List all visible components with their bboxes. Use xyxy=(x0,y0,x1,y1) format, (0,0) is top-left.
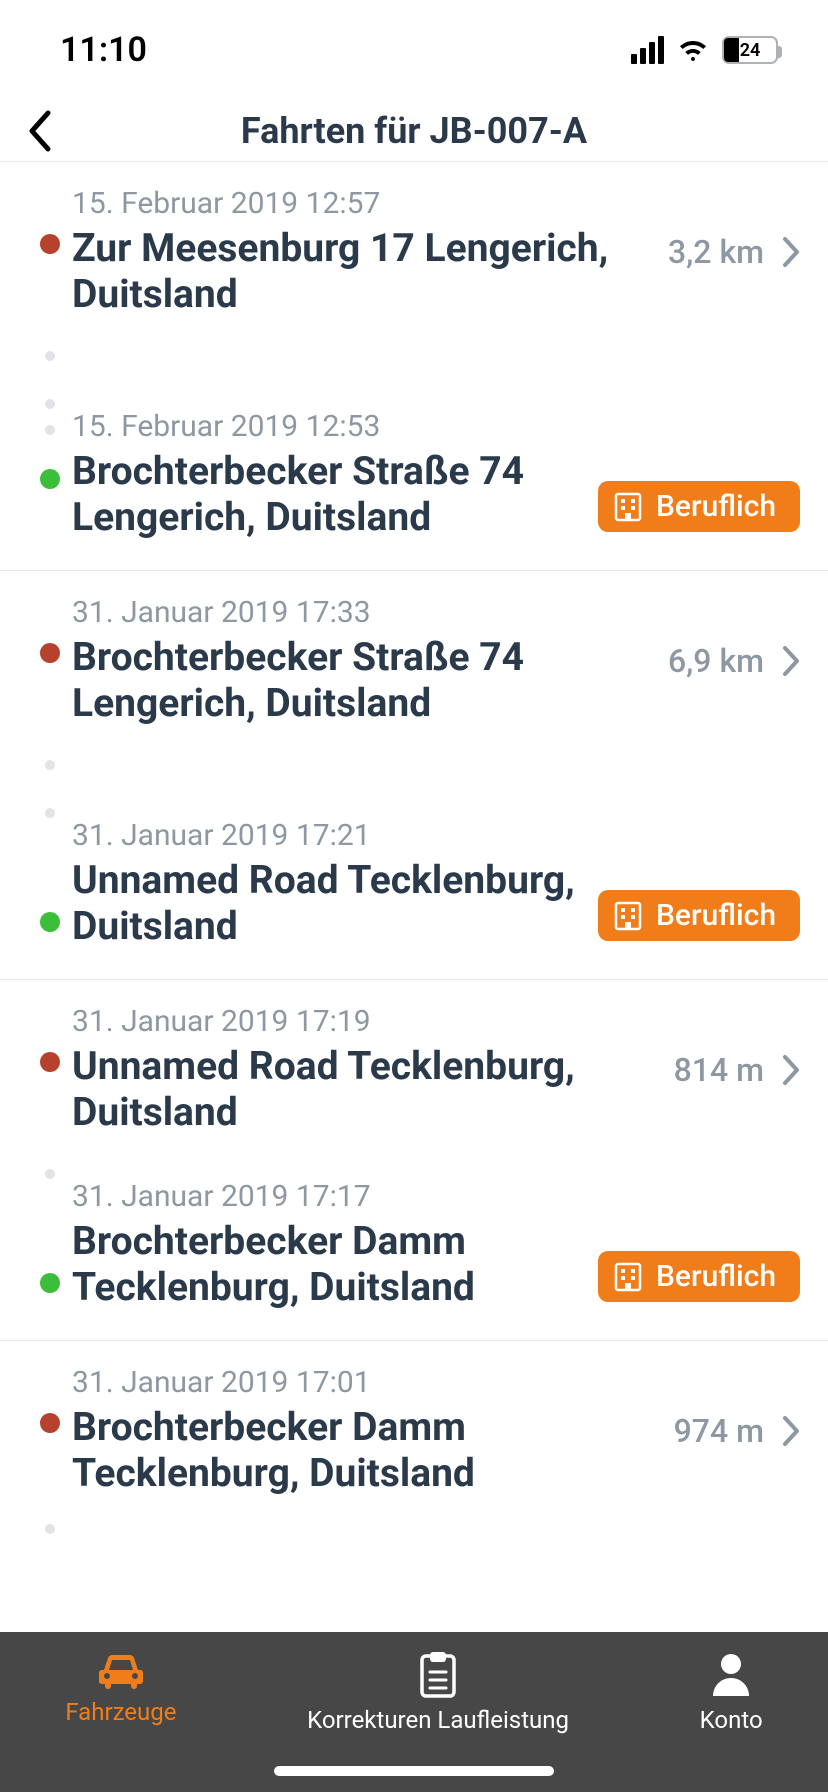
back-button[interactable] xyxy=(10,100,70,161)
trip-end-address: Brochterbecker Straße 74 Lengerich, Duit… xyxy=(72,448,586,540)
chevron-right-icon xyxy=(782,1054,800,1086)
trip-start-address: Unnamed Road Tecklenburg, Duitsland xyxy=(72,1043,662,1135)
battery-percentage: 24 xyxy=(724,40,776,61)
route-dot-icon xyxy=(45,351,55,361)
tab-label: Korrekturen Laufleistung xyxy=(307,1706,569,1734)
route-dot-icon xyxy=(45,760,55,770)
start-dot-icon xyxy=(40,234,60,254)
route-dot-icon xyxy=(45,808,55,818)
car-icon xyxy=(94,1650,148,1690)
start-dot-icon xyxy=(40,643,60,663)
trip-start-address: Brochterbecker Straße 74 Lengerich, Duit… xyxy=(72,634,656,726)
trip-distance: 974 m xyxy=(674,1412,764,1450)
trip-group[interactable]: 15. Februar 2019 12:57 Zur Meesenburg 17… xyxy=(0,162,828,571)
trip-end-timestamp: 15. Februar 2019 12:53 xyxy=(72,409,586,444)
route-dot-icon xyxy=(45,399,55,409)
trip-start-timestamp: 15. Februar 2019 12:57 xyxy=(72,186,656,221)
chevron-left-icon xyxy=(26,109,54,153)
end-dot-icon xyxy=(40,1273,60,1293)
route-dot-icon xyxy=(45,1524,55,1534)
trip-start-address: Zur Meesenburg 17 Lengerich, Duitsland xyxy=(72,225,656,317)
category-label: Beruflich xyxy=(656,489,776,524)
tab-bar: Fahrzeuge Korrekturen Laufleistung Konto xyxy=(0,1632,828,1792)
clipboard-icon xyxy=(416,1650,460,1698)
trip-start-timestamp: 31. Januar 2019 17:19 xyxy=(72,1004,662,1039)
header: Fahrten für JB-007-A xyxy=(0,100,828,162)
category-badge[interactable]: Beruflich xyxy=(598,890,800,941)
chevron-right-icon xyxy=(782,645,800,677)
trip-start-timestamp: 31. Januar 2019 17:33 xyxy=(72,595,656,630)
tab-corrections[interactable]: Korrekturen Laufleistung xyxy=(307,1650,569,1734)
trip-end-address: Brochterbecker Damm Tecklenburg, Duitsla… xyxy=(72,1218,586,1310)
tab-label: Fahrzeuge xyxy=(65,1698,176,1726)
building-icon xyxy=(614,492,642,522)
end-dot-icon xyxy=(40,912,60,932)
cellular-icon xyxy=(631,36,664,64)
trip-end-timestamp: 31. Januar 2019 17:21 xyxy=(72,818,586,853)
user-icon xyxy=(709,1650,753,1698)
trip-distance: 814 m xyxy=(674,1051,764,1089)
category-badge[interactable]: Beruflich xyxy=(598,481,800,532)
page-title: Fahrten für JB-007-A xyxy=(241,110,587,152)
chevron-right-icon xyxy=(782,236,800,268)
trip-start-address: Brochterbecker Damm Tecklenburg, Duitsla… xyxy=(72,1404,662,1496)
trip-start-timestamp: 31. Januar 2019 17:01 xyxy=(72,1365,662,1400)
building-icon xyxy=(614,901,642,931)
trip-group[interactable]: 31. Januar 2019 17:19 Unnamed Road Teckl… xyxy=(0,980,828,1341)
category-label: Beruflich xyxy=(656,898,776,933)
status-time: 11:10 xyxy=(60,30,147,70)
status-right: 24 xyxy=(631,36,778,64)
route-dot-icon xyxy=(45,425,55,435)
status-bar: 11:10 24 xyxy=(0,0,828,100)
tab-label: Konto xyxy=(700,1706,763,1734)
tab-account[interactable]: Konto xyxy=(700,1650,763,1734)
trip-distance: 3,2 km xyxy=(668,233,764,271)
building-icon xyxy=(614,1262,642,1292)
category-label: Beruflich xyxy=(656,1259,776,1294)
route-dot-icon xyxy=(45,1169,55,1179)
start-dot-icon xyxy=(40,1413,60,1433)
trip-end-timestamp: 31. Januar 2019 17:17 xyxy=(72,1179,586,1214)
trip-distance: 6,9 km xyxy=(668,642,764,680)
wifi-icon xyxy=(676,37,710,63)
tab-vehicles[interactable]: Fahrzeuge xyxy=(65,1650,176,1726)
chevron-right-icon xyxy=(782,1415,800,1447)
end-dot-icon xyxy=(40,469,60,489)
trip-group[interactable]: 31. Januar 2019 17:33 Brochterbecker Str… xyxy=(0,571,828,980)
trip-end-address: Unnamed Road Tecklenburg, Duitsland xyxy=(72,857,586,949)
category-badge[interactable]: Beruflich xyxy=(598,1251,800,1302)
home-indicator xyxy=(274,1766,554,1776)
trip-group[interactable]: 31. Januar 2019 17:01 Brochterbecker Dam… xyxy=(0,1341,828,1564)
start-dot-icon xyxy=(40,1052,60,1072)
battery-icon: 24 xyxy=(722,36,778,64)
trip-list: 15. Februar 2019 12:57 Zur Meesenburg 17… xyxy=(0,162,828,1564)
